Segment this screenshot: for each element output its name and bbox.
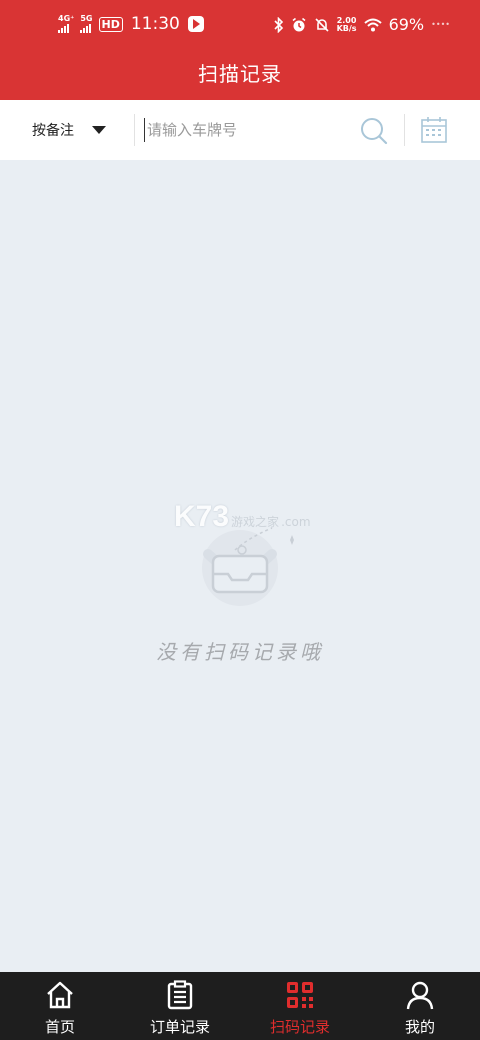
nav-item-profile[interactable]: 我的: [360, 972, 480, 1040]
filter-type-dropdown[interactable]: 按备注: [32, 120, 106, 140]
network-type-sim1: 4G⁺: [58, 14, 75, 23]
watermark-logo: K73: [174, 500, 230, 533]
nav-item-scan-records[interactable]: 扫码记录: [240, 972, 360, 1040]
status-right: 2.00 KB/s 69% ••••: [274, 15, 450, 34]
mute-bell-icon: [315, 17, 329, 32]
status-bar: 4G⁺ 5G HD 11:30 2.00 KB/s 69% ••••: [0, 0, 480, 54]
network-speed: 2.00 KB/s: [336, 16, 357, 33]
nav-label-orders: 订单记录: [149, 1018, 210, 1036]
media-play-icon: [187, 16, 204, 32]
wifi-icon: [363, 18, 382, 31]
nav-item-orders[interactable]: 订单记录: [120, 972, 240, 1040]
signal-sim1: 4G⁺: [58, 15, 74, 33]
page-title: 扫描记录: [198, 62, 282, 86]
status-left: 4G⁺ 5G HD 11:30: [58, 14, 204, 34]
filter-bar: 按备注: [0, 100, 480, 160]
nav-label-home: 首页: [44, 1018, 75, 1036]
nav-item-home[interactable]: 首页: [0, 972, 120, 1040]
signal-sim2: 5G: [80, 14, 93, 33]
nav-label-scan-records: 扫码记录: [269, 1018, 330, 1036]
search-icon[interactable]: [360, 117, 388, 145]
calendar-icon[interactable]: [421, 116, 447, 143]
user-icon: [406, 981, 434, 1010]
signal-bars-icon: [58, 23, 69, 33]
plate-search-input[interactable]: [144, 118, 344, 142]
home-icon: [47, 981, 73, 1009]
bluetooth-icon: [274, 16, 283, 33]
app-header: 4G⁺ 5G HD 11:30 2.00 KB/s 69% •••• 扫描记录: [0, 0, 480, 100]
nav-label-profile: 我的: [404, 1018, 435, 1036]
qr-scan-icon: [287, 982, 313, 1008]
site-watermark: K73 游戏之家 .com: [174, 500, 311, 534]
clipboard-list-icon: [167, 980, 193, 1010]
watermark-text: 游戏之家: [231, 515, 280, 529]
notification-dots-icon: ••••: [431, 20, 450, 29]
bottom-nav: 首页 订单记录 扫码记录 我的: [0, 972, 480, 1040]
status-time: 11:30: [130, 14, 180, 34]
divider: [134, 114, 135, 146]
empty-state-message: 没有扫码记录哦: [156, 640, 324, 664]
signal-bars-icon: [80, 23, 92, 33]
divider: [404, 114, 405, 146]
filter-type-label: 按备注: [32, 123, 74, 139]
caret-down-icon: [92, 126, 106, 134]
battery-level: 69%: [388, 15, 425, 34]
hd-voice-badge: HD: [98, 16, 123, 32]
watermark-sub: .com: [281, 515, 311, 529]
speed-unit: KB/s: [336, 23, 357, 33]
network-type-sim2: 5G: [80, 14, 93, 23]
alarm-icon: [292, 17, 306, 31]
